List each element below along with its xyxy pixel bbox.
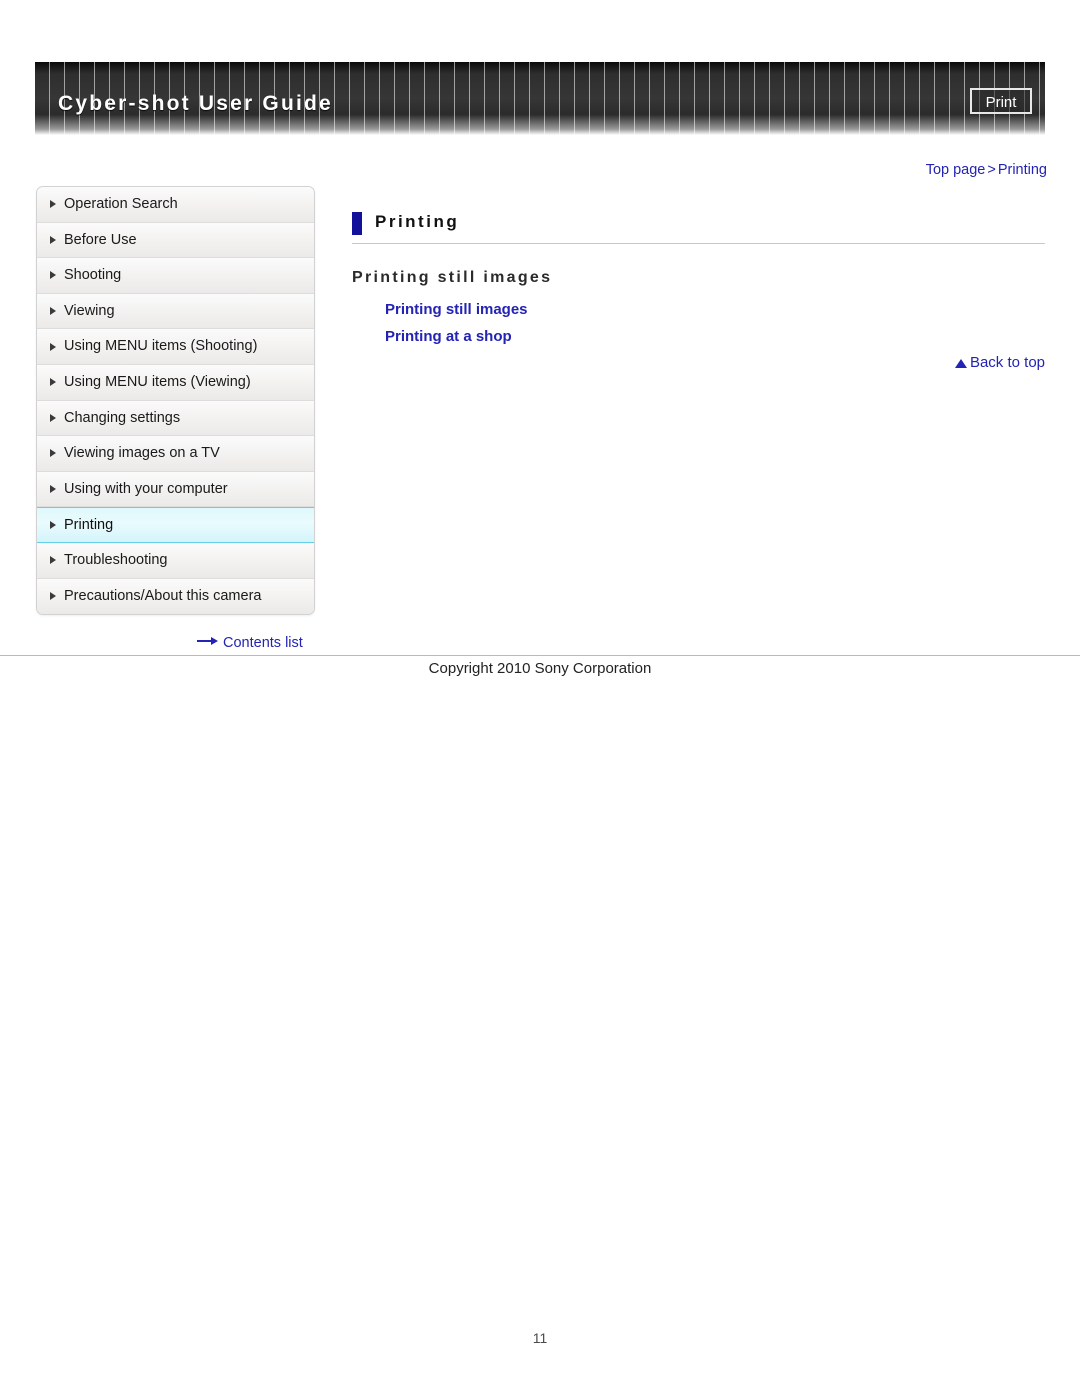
title-marker-icon [352,212,362,235]
page-title-text: Printing [375,212,460,231]
copyright-text: Copyright 2010 Sony Corporation [428,660,652,677]
back-to-top-label: Back to top [969,354,1045,371]
breadcrumb: Top page > Printing [926,162,1047,178]
page-title-container: Printing [352,212,1045,244]
right-arrow-icon [197,634,219,650]
section-link-list: Printing still images Printing at a shop [385,296,528,350]
sidebar-item-label: Shooting [64,267,122,284]
sidebar-item-label: Using MENU items (Shooting) [64,338,258,355]
sidebar-item-printing[interactable]: Printing [37,507,314,543]
contents-list-label: Contents list [223,635,303,651]
triangle-right-icon [50,378,56,387]
sidebar-item-viewing-images-on-a-tv[interactable]: Viewing images on a TV [37,436,314,472]
sidebar-item-label: Viewing images on a TV [64,445,220,462]
sidebar-item-changing-settings[interactable]: Changing settings [37,400,314,437]
triangle-right-icon [50,413,56,422]
content-link-1[interactable]: Printing still images [385,296,528,323]
sidebar-item-label: Printing [64,517,114,534]
sidebar-item-precautions-about-this-camera[interactable]: Precautions/About this camera [37,578,314,615]
triangle-right-icon [50,449,56,458]
sidebar-item-label: Changing settings [64,409,181,426]
triangle-right-icon [50,271,56,280]
sidebar-item-using-menu-items-viewing[interactable]: Using MENU items (Viewing) [37,364,314,401]
sidebar-item-operation-search[interactable]: Operation Search [37,187,314,223]
sidebar-item-label: Using MENU items (Viewing) [64,373,251,390]
sidebar-item-before-use[interactable]: Before Use [37,222,314,259]
triangle-right-icon [50,307,56,316]
sidebar-item-viewing[interactable]: Viewing [37,293,314,330]
page-number: 11 [532,1330,548,1346]
sidebar-item-troubleshooting[interactable]: Troubleshooting [37,542,314,579]
triangle-right-icon [50,556,56,565]
back-to-top-link[interactable]: Back to top [954,354,1045,371]
sidebar-item-label: Before Use [64,231,137,248]
print-button[interactable]: Print [970,88,1032,114]
sidebar-item-label: Troubleshooting [64,551,168,568]
page-title: Printing [352,212,1045,244]
triangle-right-icon [50,342,56,351]
triangle-right-icon [50,521,56,530]
footer-divider [0,655,1080,656]
triangle-right-icon [50,235,56,244]
sidebar-item-label: Viewing [64,302,115,319]
triangle-right-icon [50,485,56,494]
sidebar-item-label: Operation Search [64,196,178,212]
section-heading: Printing still images [352,269,553,286]
triangle-right-icon [50,592,56,601]
sidebar-item-label: Precautions/About this camera [64,587,262,604]
sidebar-item-label: Using with your computer [64,480,228,497]
sidebar-item-using-with-your-computer[interactable]: Using with your computer [37,471,314,508]
sidebar-item-using-menu-items-shooting[interactable]: Using MENU items (Shooting) [37,329,314,365]
sidebar-nav: Operation Search Before Use Shooting Viewin… [36,186,315,616]
content-link-2[interactable]: Printing at a shop [385,323,528,350]
header-banner: Cyber-shot User Guide Print [35,62,1045,135]
contents-list-link[interactable]: Contents list [197,634,303,651]
triangle-right-icon [50,200,56,209]
sidebar-item-shooting[interactable]: Shooting [37,258,314,294]
breadcrumb-separator: > [987,162,996,178]
breadcrumb-current[interactable]: Printing [998,162,1047,178]
triangle-up-icon [954,359,967,368]
breadcrumb-top-page[interactable]: Top page [926,162,986,178]
app-title: Cyber-shot User Guide [58,92,333,115]
